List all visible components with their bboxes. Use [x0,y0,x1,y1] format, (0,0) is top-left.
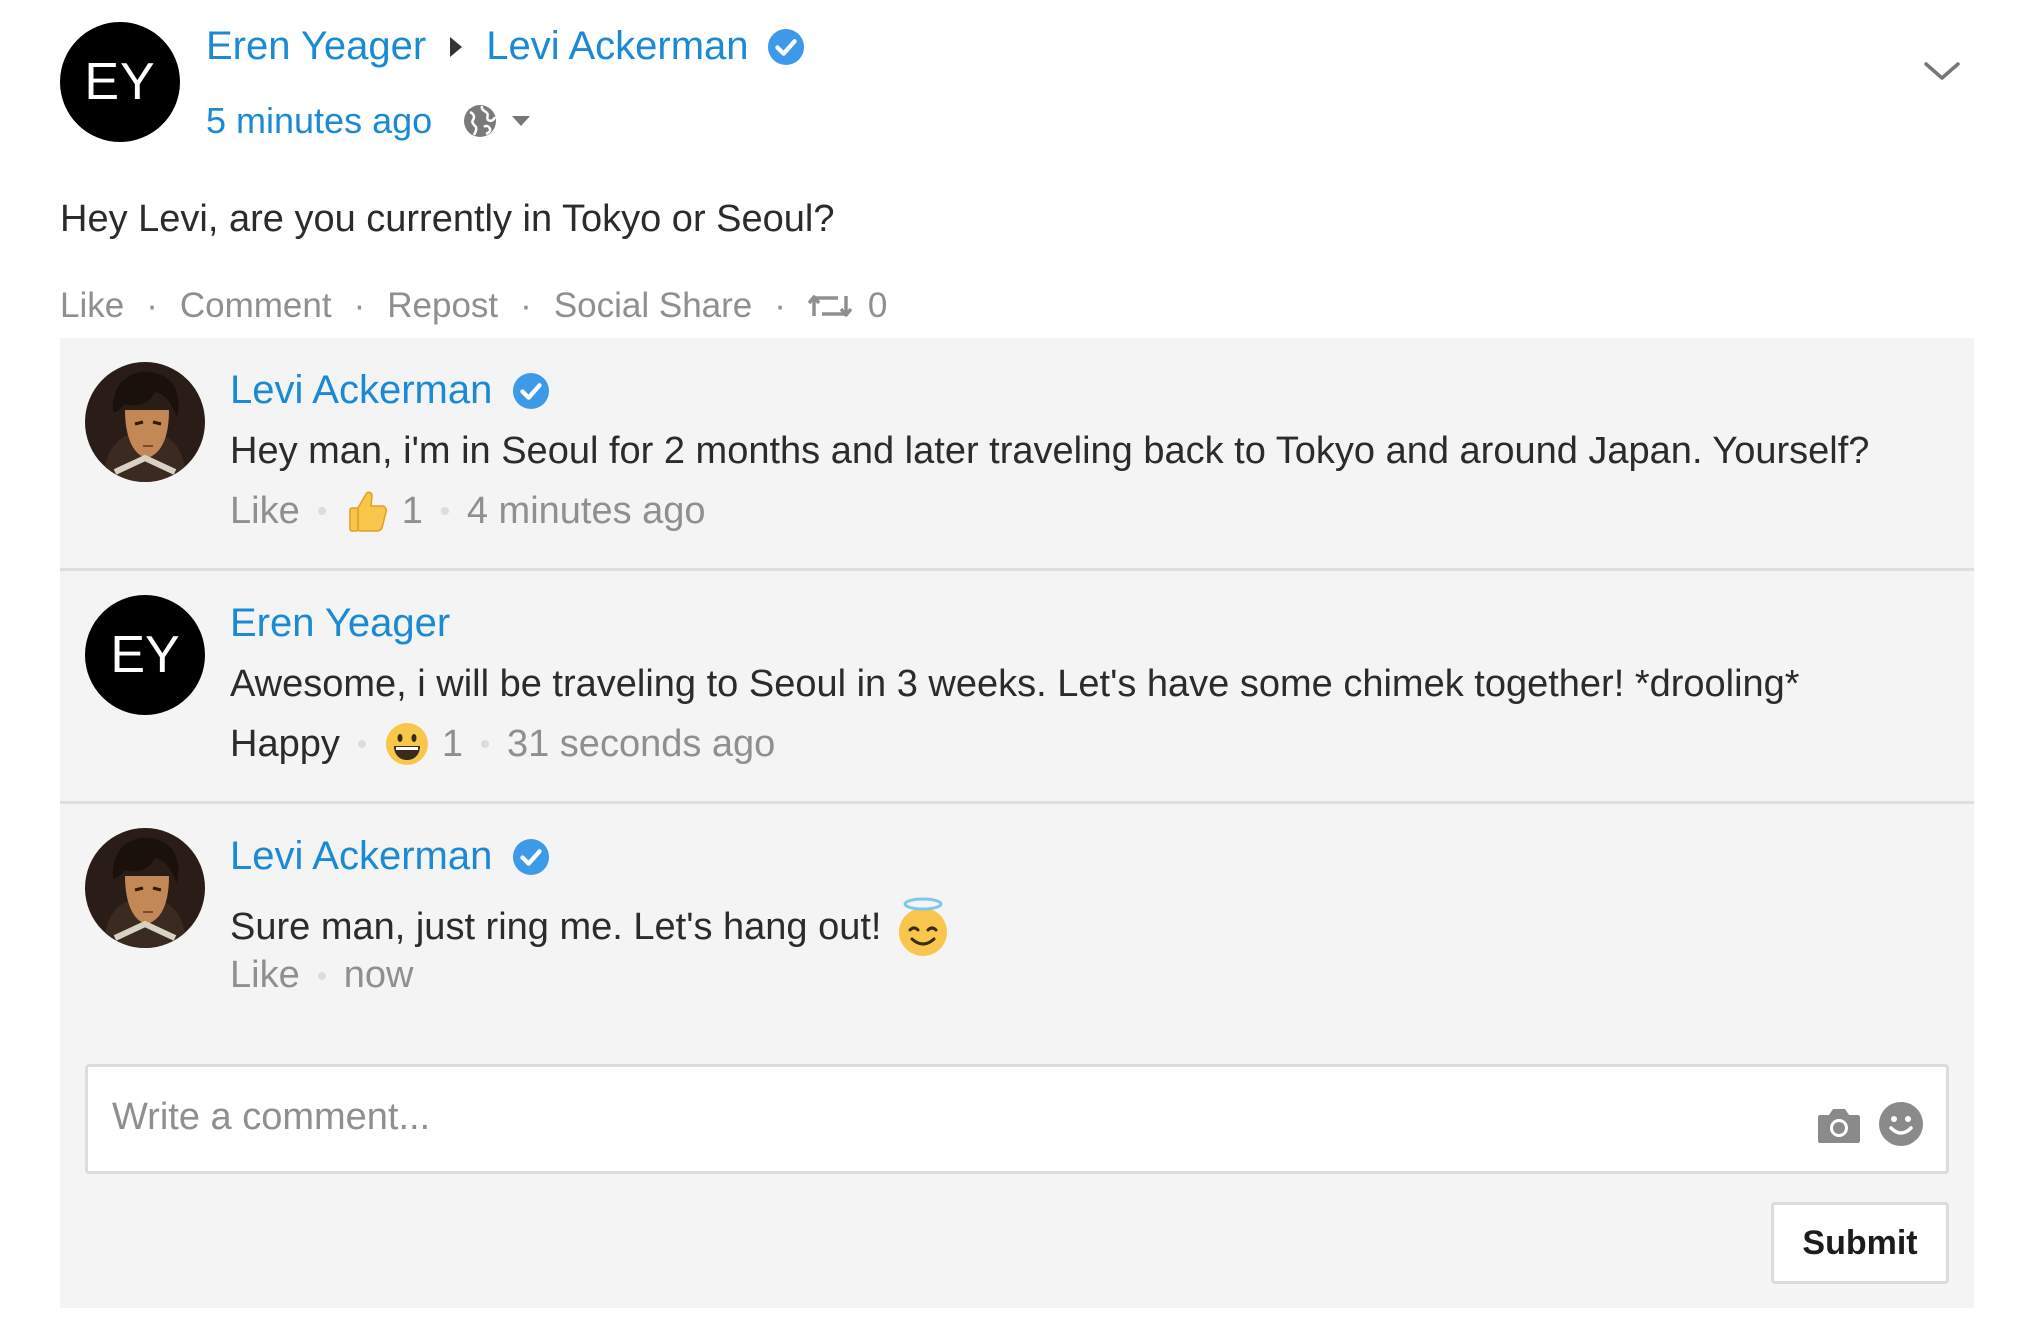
comment-timestamp[interactable]: 4 minutes ago [467,490,706,533]
comment-input[interactable] [110,1091,1714,1143]
comment-body: Hey man, i'm in Seoul for 2 months and l… [230,430,1870,472]
commenter-name[interactable]: Eren Yeager [230,601,450,646]
bullet-separator [480,740,489,748]
reaction-count[interactable]: 1 [344,488,423,534]
post-options-chevron-icon[interactable] [1922,56,1962,86]
avatar-initials: EY [84,53,156,111]
comments-panel: Levi Ackerman Hey man, i'm in Seoul for … [60,338,1974,1308]
comment-reaction-label[interactable]: Happy [230,723,340,766]
comment-text: Sure man, just ring me. Let's hang out! [230,896,954,958]
repost-icon [807,295,852,317]
comment-item: Levi Ackerman Hey man, i'm in Seoul for … [60,338,1974,571]
verified-badge-icon [513,372,550,409]
comment-meta: Happy 1 31 seconds ago [230,721,775,767]
comment-meta: Like now [230,954,413,997]
post-header: Eren Yeager Levi Ackerman [206,24,805,69]
avatar-initials: EY [110,626,180,684]
verified-badge-icon [513,838,550,875]
post-meta: 5 minutes ago [206,100,531,142]
commenter-name[interactable]: Levi Ackerman [230,368,492,413]
arrow-right-icon [450,36,463,57]
repost-count-value: 0 [867,286,888,325]
bullet-separator [357,740,366,748]
commenter-name-row: Eren Yeager [230,601,450,646]
repost-count[interactable]: 0 [807,286,888,326]
reaction-count-value: 1 [401,489,423,532]
like-button[interactable]: Like [60,286,124,326]
separator: · [353,286,366,325]
privacy-selector[interactable] [462,103,531,139]
bullet-separator [317,507,326,515]
comment-text: Hey man, i'm in Seoul for 2 months and l… [230,430,1869,473]
bullet-separator [440,507,449,515]
comment-meta: Like 1 4 minutes ago [230,488,706,534]
comment-input-box [85,1064,1949,1174]
commenter-avatar[interactable]: EY [85,595,205,715]
smiling-face-with-halo-icon [898,897,947,956]
comment-timestamp[interactable]: 31 seconds ago [507,723,775,766]
chevron-down-icon [512,116,531,126]
comment-button[interactable]: Comment [180,286,332,326]
commenter-name-row: Levi Ackerman [230,834,550,879]
levi-avatar-image [85,362,205,482]
comment-body: Sure man, just ring me. Let's hang out! [230,905,882,948]
post-body: Hey Levi, are you currently in Tokyo or … [60,198,835,240]
author-avatar[interactable]: EY [60,22,180,142]
separator: · [520,286,532,325]
commenter-name-row: Levi Ackerman [230,368,550,413]
reaction-count[interactable]: 1 [384,721,463,767]
social-share-button[interactable]: Social Share [554,286,752,326]
comment-item: EY Eren Yeager Awesome, i will be travel… [60,571,1974,804]
commenter-avatar[interactable] [85,828,205,948]
separator: · [774,286,786,325]
separator: · [146,286,158,325]
reaction-count-value: 1 [441,722,463,765]
author-link[interactable]: Eren Yeager [206,24,426,69]
post-timestamp[interactable]: 5 minutes ago [206,100,432,142]
comment-text: Awesome, i will be traveling to Seoul in… [230,663,1800,706]
emoji-picker-icon[interactable] [1878,1101,1924,1147]
comment-like-button[interactable]: Like [230,954,300,997]
comment-body: Awesome, i will be traveling to Seoul in… [230,663,1800,705]
grinning-face-icon [385,723,428,765]
recipient-link[interactable]: Levi Ackerman [486,24,748,69]
camera-icon[interactable] [1816,1105,1862,1145]
post-actions: Like · Comment · Repost · Social Share ·… [60,286,887,326]
commenter-avatar[interactable] [85,362,205,482]
levi-avatar-image [85,828,205,948]
commenter-name[interactable]: Levi Ackerman [230,834,492,879]
post-page: EY Eren Yeager Levi Ackerman 5 minutes a… [0,0,2024,1317]
submit-button[interactable]: Submit [1771,1202,1949,1284]
comment-like-button[interactable]: Like [230,490,300,533]
verified-badge-icon [767,28,804,65]
thumbs-up-icon [348,491,387,532]
bullet-separator [317,971,326,980]
comment-timestamp[interactable]: now [344,954,414,997]
globe-icon [464,105,497,137]
repost-button[interactable]: Repost [387,286,498,326]
comment-item: Levi Ackerman Sure man, just ring me. Le… [60,804,1974,1034]
